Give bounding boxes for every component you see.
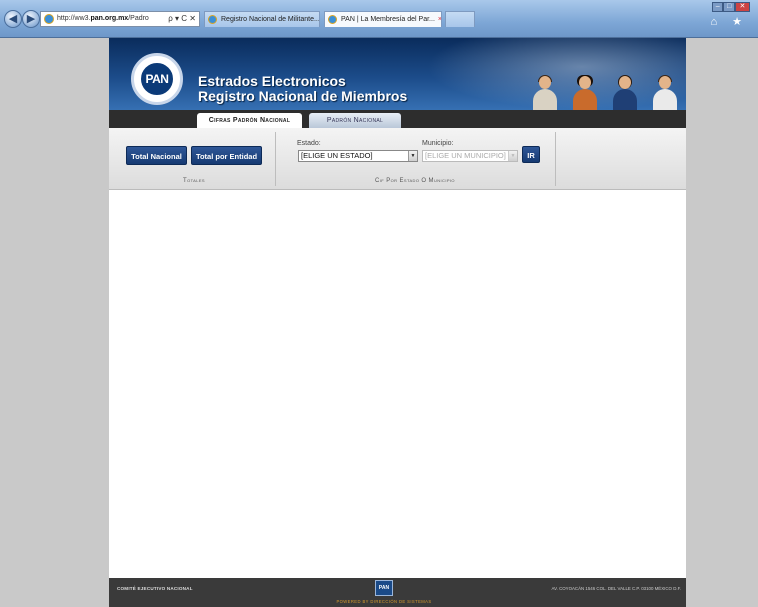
person-head xyxy=(579,76,591,89)
page-container: PAN Estrados Electronicos Registro Nacio… xyxy=(109,38,686,607)
pan-logo-text: PAN xyxy=(139,61,175,97)
ir-button[interactable]: IR xyxy=(522,146,540,163)
filter-toolbar: Total Nacional Total por Entidad Totales… xyxy=(109,128,686,190)
results-area xyxy=(109,191,686,578)
total-por-entidad-button[interactable]: Total por Entidad xyxy=(191,146,262,165)
maximize-icon[interactable]: □ xyxy=(723,2,735,12)
close-window-icon[interactable]: ✕ xyxy=(734,2,750,12)
toolbar-divider xyxy=(555,132,556,186)
chevron-down-icon[interactable]: ▼ xyxy=(508,151,517,161)
home-favorites-icons[interactable]: ⌂ ★ xyxy=(710,15,748,28)
person-figure xyxy=(612,75,638,110)
person-figure xyxy=(652,75,678,110)
browser-tab-pan-membresia[interactable]: PAN | La Membresía del Par... × xyxy=(324,11,442,27)
browser-new-tab[interactable] xyxy=(445,11,475,27)
address-prefix: http://ww3. xyxy=(57,15,91,22)
footer-address: AV. COYOACÁN 1546 COL. DEL VALLE C.P. 03… xyxy=(551,586,682,591)
site-header: PAN Estrados Electronicos Registro Nacio… xyxy=(109,38,686,110)
person-figure xyxy=(572,75,598,110)
close-tab-icon[interactable]: × xyxy=(438,16,441,23)
address-domain: pan.org.mx xyxy=(90,15,129,22)
person-figure xyxy=(532,75,558,110)
cif-section-label: Cif Por Estado O Municipio xyxy=(375,178,455,184)
site-footer: COMITÉ EJECUTIVO NACIONAL PAN POWERED BY… xyxy=(109,578,686,607)
person-body xyxy=(613,89,637,110)
municipio-select[interactable]: [ELIGE UN MUNICIPIO] ▼ xyxy=(422,150,518,162)
minimize-icon[interactable]: – xyxy=(712,2,724,12)
page-tab-bar: Cifras Padrón Nacional Padrón Nacional xyxy=(109,110,686,128)
address-suffix: /Padro xyxy=(128,15,149,22)
address-tools-icons[interactable]: ρ ▾ C ✕ xyxy=(168,12,196,26)
municipio-label: Municipio: xyxy=(422,140,454,147)
person-head xyxy=(619,76,631,89)
window-controls: – □ ✕ xyxy=(712,2,750,12)
browser-tab-label: PAN | La Membresía del Par... xyxy=(341,16,435,23)
header-people-image xyxy=(530,72,680,110)
municipio-select-value: [ELIGE UN MUNICIPIO] xyxy=(425,151,506,160)
forward-icon[interactable]: ▶ xyxy=(22,10,40,28)
footer-organization: COMITÉ EJECUTIVO NACIONAL xyxy=(117,586,193,591)
footer-powered-by: POWERED BY DIRECCIÓN DE SISTEMAS xyxy=(336,599,432,604)
estado-label: Estado: xyxy=(297,140,321,147)
pan-logo: PAN xyxy=(131,53,183,105)
footer-pan-logo: PAN xyxy=(375,580,393,596)
chevron-down-icon[interactable]: ▼ xyxy=(408,151,417,161)
estado-select[interactable]: [ELIGE UN ESTADO] ▼ xyxy=(298,150,418,162)
site-title-line1: Estrados Electronicos xyxy=(198,73,346,89)
browser-chrome: ◀ ▶ http://ww3.pan.org.mx/Padro ρ ▾ C ✕ … xyxy=(0,0,758,38)
tab-padron-nacional[interactable]: Padrón Nacional xyxy=(309,113,401,128)
total-nacional-button[interactable]: Total Nacional xyxy=(126,146,187,165)
site-title-line2: Registro Nacional de Miembros xyxy=(198,88,408,104)
browser-tab-label: Registro Nacional de Militante... xyxy=(221,16,320,23)
back-icon[interactable]: ◀ xyxy=(4,10,22,28)
person-body xyxy=(533,89,557,110)
ie-tab-icon xyxy=(328,15,337,24)
browser-tab-registro[interactable]: Registro Nacional de Militante... xyxy=(204,11,320,27)
estado-select-value: [ELIGE UN ESTADO] xyxy=(301,151,373,160)
person-head xyxy=(659,76,671,89)
ie-tab-icon xyxy=(208,15,217,24)
ie-page-icon xyxy=(44,14,54,24)
toolbar-divider xyxy=(275,132,276,186)
person-body xyxy=(653,89,677,110)
person-head xyxy=(539,76,551,89)
tab-cifras-padron-nacional[interactable]: Cifras Padrón Nacional xyxy=(197,113,302,128)
site-title: Estrados Electronicos Registro Nacional … xyxy=(198,74,407,104)
person-body xyxy=(573,89,597,110)
address-bar[interactable]: http://ww3.pan.org.mx/Padro ρ ▾ C ✕ xyxy=(40,11,200,27)
totales-section-label: Totales xyxy=(183,178,205,184)
